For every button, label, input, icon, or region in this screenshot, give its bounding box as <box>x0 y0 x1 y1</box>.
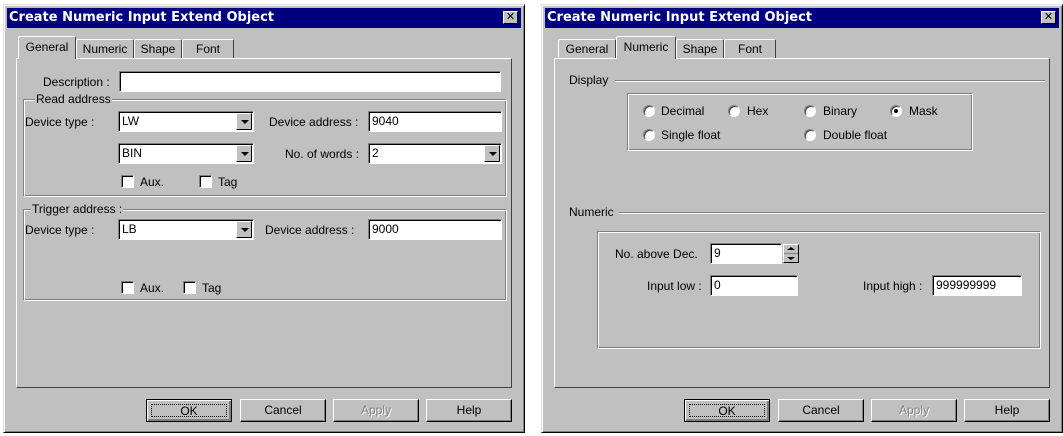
tab-label: Shape <box>682 42 718 56</box>
tab-font[interactable]: Font <box>182 39 234 59</box>
help-button[interactable]: Help <box>426 399 512 422</box>
trigger-device-type-label: Device type : <box>25 223 95 237</box>
ok-label: OK <box>718 404 736 418</box>
trigger-address-label: Trigger address : <box>31 202 124 216</box>
tab-label: Numeric <box>623 40 669 54</box>
display-options-group <box>627 93 973 151</box>
tab-label: Font <box>195 42 220 56</box>
radio-hex[interactable] <box>728 105 740 117</box>
cancel-label: Cancel <box>264 403 302 417</box>
radio-single-float[interactable] <box>643 129 655 141</box>
help-label: Help <box>456 403 482 417</box>
chevron-down-icon[interactable] <box>236 145 252 162</box>
above-dec-input[interactable]: 9 <box>710 243 782 264</box>
trigger-device-address-label: Device address : <box>265 223 355 237</box>
input-high-field[interactable]: 999999999 <box>932 275 1022 296</box>
numeric-tab-panel: Display Decimal Hex Binary Mask Single f… <box>554 58 1050 388</box>
read-device-address-label: Device address : <box>269 115 359 129</box>
trigger-device-type-value: LB <box>122 222 137 236</box>
binary-label: Binary <box>823 104 858 118</box>
above-dec-label: No. above Dec. <box>615 247 698 261</box>
trigger-device-type-select[interactable]: LB <box>118 219 254 240</box>
read-aux-checkbox[interactable] <box>121 175 134 188</box>
trigger-aux-checkbox[interactable] <box>121 281 134 294</box>
hex-label: Hex <box>747 104 769 118</box>
cancel-button[interactable]: Cancel <box>778 399 864 422</box>
numeric-separator <box>619 212 1045 214</box>
display-label: Display <box>569 73 609 87</box>
general-tab-panel: Description : Read address Device type :… <box>16 58 512 388</box>
tab-general[interactable]: General <box>558 39 616 59</box>
ok-button[interactable]: OK <box>146 399 232 422</box>
single-float-label: Single float <box>661 128 721 142</box>
tab-label: Shape <box>140 42 176 56</box>
trigger-tag-label: Tag <box>202 281 222 295</box>
double-float-label: Double float <box>823 128 888 142</box>
trigger-aux-label: Aux. <box>140 281 165 295</box>
right-dialog-titlebar[interactable]: Create Numeric Input Extend Object ✕ <box>545 8 1059 28</box>
tab-label: Numeric <box>82 42 128 56</box>
trigger-tag-checkbox[interactable] <box>183 281 196 294</box>
tab-general[interactable]: General <box>18 36 76 59</box>
tab-label: Font <box>737 42 762 56</box>
ok-label: OK <box>180 404 198 418</box>
apply-button[interactable]: Apply <box>871 399 957 422</box>
chevron-down-icon[interactable] <box>236 113 252 130</box>
description-input[interactable] <box>119 71 501 92</box>
radio-decimal[interactable] <box>643 105 655 117</box>
left-dialog-title: Create Numeric Input Extend Object <box>9 10 275 25</box>
left-dialog: Create Numeric Input Extend Object ✕ Gen… <box>3 4 525 433</box>
trigger-device-address-input[interactable]: 9000 <box>368 219 502 240</box>
mask-label: Mask <box>909 104 938 118</box>
tab-label: General <box>25 40 69 54</box>
apply-button[interactable]: Apply <box>333 399 419 422</box>
apply-label: Apply <box>898 403 930 417</box>
input-low-label: Input low : <box>647 279 702 293</box>
tab-shape[interactable]: Shape <box>134 39 182 59</box>
radio-double-float[interactable] <box>804 129 816 141</box>
read-address-label: Read address <box>35 92 112 106</box>
read-device-type-value: LW <box>122 114 140 128</box>
help-button[interactable]: Help <box>964 399 1050 422</box>
chevron-down-icon[interactable] <box>484 145 500 162</box>
right-dialog: Create Numeric Input Extend Object ✕ Gen… <box>541 4 1063 433</box>
read-device-type-select[interactable]: LW <box>118 111 254 132</box>
tab-font[interactable]: Font <box>724 39 776 59</box>
read-device-type-label: Device type : <box>25 115 95 129</box>
read-format-select[interactable]: BIN <box>118 143 254 164</box>
apply-label: Apply <box>360 403 392 417</box>
decimal-label: Decimal <box>661 104 705 118</box>
input-high-label: Input high : <box>863 279 923 293</box>
description-label: Description : <box>43 75 110 89</box>
display-separator <box>615 80 1045 82</box>
close-icon[interactable]: ✕ <box>1041 11 1056 24</box>
read-format-value: BIN <box>122 146 143 160</box>
tab-numeric[interactable]: Numeric <box>616 36 676 59</box>
chevron-down-icon[interactable] <box>236 221 252 238</box>
words-label: No. of words : <box>285 147 360 161</box>
tab-numeric[interactable]: Numeric <box>76 39 134 59</box>
help-label: Help <box>994 403 1020 417</box>
tab-shape[interactable]: Shape <box>676 39 724 59</box>
read-device-address-input[interactable]: 9040 <box>368 111 502 132</box>
words-select[interactable]: 2 <box>368 143 502 164</box>
spin-updown-icon[interactable] <box>783 244 799 263</box>
radio-binary[interactable] <box>804 105 816 117</box>
read-tag-checkbox[interactable] <box>199 175 212 188</box>
numeric-label: Numeric <box>569 205 614 219</box>
right-dialog-title: Create Numeric Input Extend Object <box>547 10 813 25</box>
ok-button[interactable]: OK <box>684 399 770 422</box>
left-dialog-titlebar[interactable]: Create Numeric Input Extend Object ✕ <box>7 8 521 28</box>
read-aux-label: Aux. <box>140 175 165 189</box>
input-low-field[interactable]: 0 <box>710 275 798 296</box>
tab-label: General <box>565 42 609 56</box>
cancel-label: Cancel <box>802 403 840 417</box>
radio-mask[interactable] <box>890 105 902 117</box>
words-value: 2 <box>372 146 379 160</box>
close-icon[interactable]: ✕ <box>503 11 518 24</box>
cancel-button[interactable]: Cancel <box>240 399 326 422</box>
read-tag-label: Tag <box>218 175 238 189</box>
